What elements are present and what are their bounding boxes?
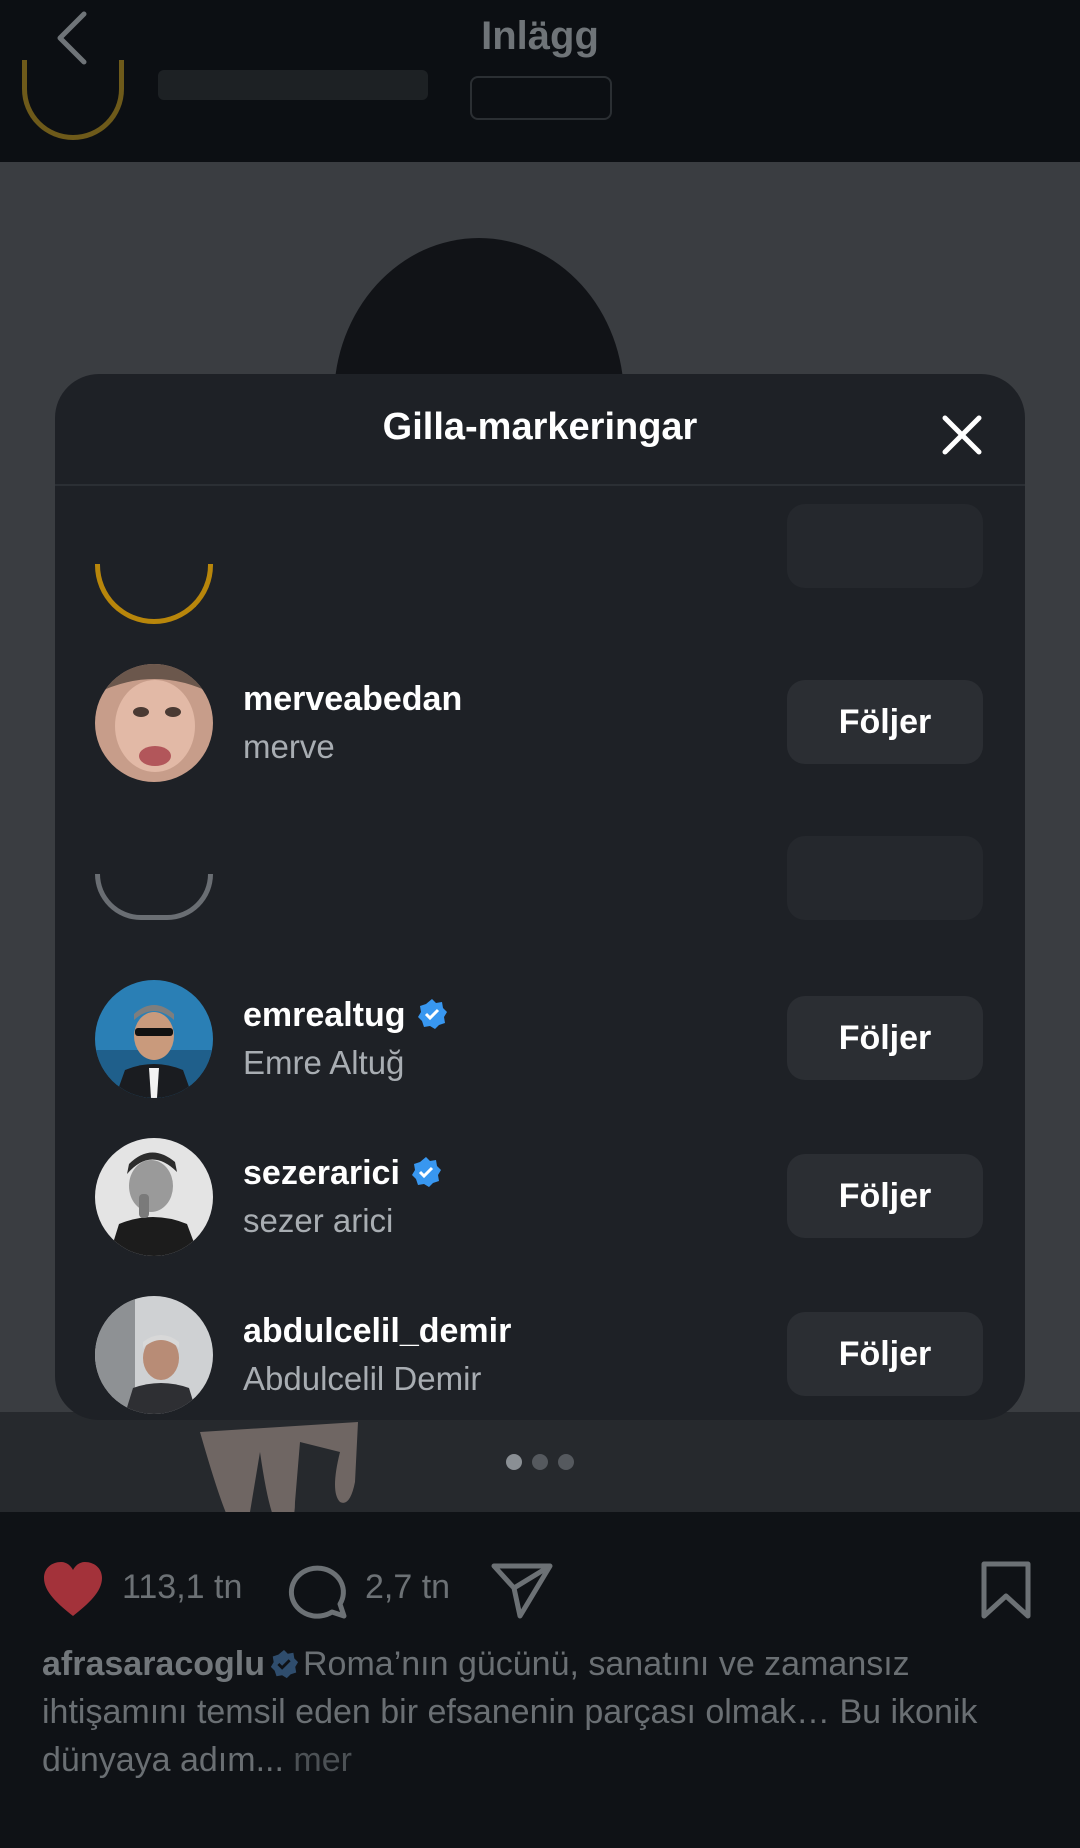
username[interactable]: abdulcelil_demir bbox=[243, 1312, 511, 1351]
carousel-indicator bbox=[0, 1454, 1080, 1474]
list-item-obscured[interactable] bbox=[55, 504, 1025, 644]
modal-title: Gilla-markeringar bbox=[382, 406, 698, 448]
avatar-obscured bbox=[95, 874, 213, 920]
avatar[interactable] bbox=[95, 664, 213, 782]
post-actions: 113,1 tn 2,7 tn bbox=[0, 1560, 1080, 1620]
full-name: merve bbox=[243, 728, 335, 765]
list-item-obscured[interactable] bbox=[55, 834, 1025, 954]
carousel-dot bbox=[558, 1454, 574, 1470]
verified-badge-icon bbox=[411, 1157, 441, 1187]
page-title: Inlägg bbox=[481, 14, 599, 58]
list-item[interactable]: sezerarici sezer arici Följer bbox=[55, 1138, 1025, 1268]
username[interactable]: emrealtug bbox=[243, 996, 448, 1035]
post-caption: afrasaracoglu Roma’nın gücünü, sanatını v… bbox=[42, 1640, 1042, 1784]
verified-badge-icon bbox=[417, 999, 447, 1029]
list-item[interactable]: emrealtug Emre Altuğ Följer bbox=[55, 980, 1025, 1110]
author-name-placeholder[interactable] bbox=[158, 70, 428, 100]
author-avatar[interactable] bbox=[22, 60, 124, 140]
list-item[interactable]: abdulcelil_demir Abdulcelil Demir Följer bbox=[55, 1296, 1025, 1420]
username[interactable]: merveabedan bbox=[243, 680, 462, 719]
username-text[interactable]: sezerarici bbox=[243, 1154, 400, 1192]
bookmark-icon[interactable] bbox=[978, 1560, 1034, 1620]
carousel-dot bbox=[506, 1454, 522, 1470]
comment-icon[interactable] bbox=[288, 1560, 348, 1620]
carousel-dot bbox=[532, 1454, 548, 1470]
close-icon[interactable] bbox=[937, 410, 987, 460]
follow-button-obscured[interactable] bbox=[787, 504, 983, 588]
avatar[interactable] bbox=[95, 1138, 213, 1256]
full-name: sezer arici bbox=[243, 1202, 394, 1239]
full-name: Emre Altuğ bbox=[243, 1044, 405, 1081]
avatar[interactable] bbox=[95, 980, 213, 1098]
author-follow-button[interactable] bbox=[470, 76, 612, 120]
following-button[interactable]: Följer bbox=[787, 1154, 983, 1238]
like-count[interactable]: 113,1 tn bbox=[122, 1568, 242, 1607]
avatar[interactable] bbox=[95, 1296, 213, 1414]
following-button[interactable]: Följer bbox=[787, 1312, 983, 1396]
username-text[interactable]: emrealtug bbox=[243, 996, 406, 1034]
modal-header: Gilla-markeringar bbox=[55, 374, 1025, 486]
share-icon[interactable] bbox=[490, 1560, 554, 1620]
avatar-obscured bbox=[95, 564, 213, 624]
username[interactable]: sezerarici bbox=[243, 1154, 442, 1193]
caption-more-link[interactable]: mer bbox=[293, 1741, 352, 1779]
full-name: Abdulcelil Demir bbox=[243, 1360, 482, 1397]
heart-icon[interactable] bbox=[40, 1560, 106, 1620]
verified-badge-icon bbox=[270, 1649, 299, 1679]
top-bar: Inlägg bbox=[0, 0, 1080, 162]
follow-button-obscured[interactable] bbox=[787, 836, 983, 920]
following-button[interactable]: Följer bbox=[787, 680, 983, 764]
likes-modal: Gilla-markeringar merveabedan merve Följ… bbox=[55, 374, 1025, 1420]
comment-count[interactable]: 2,7 tn bbox=[365, 1568, 450, 1607]
following-button[interactable]: Följer bbox=[787, 996, 983, 1080]
caption-username[interactable]: afrasaracoglu bbox=[42, 1645, 265, 1683]
list-item[interactable]: merveabedan merve Följer bbox=[55, 664, 1025, 794]
